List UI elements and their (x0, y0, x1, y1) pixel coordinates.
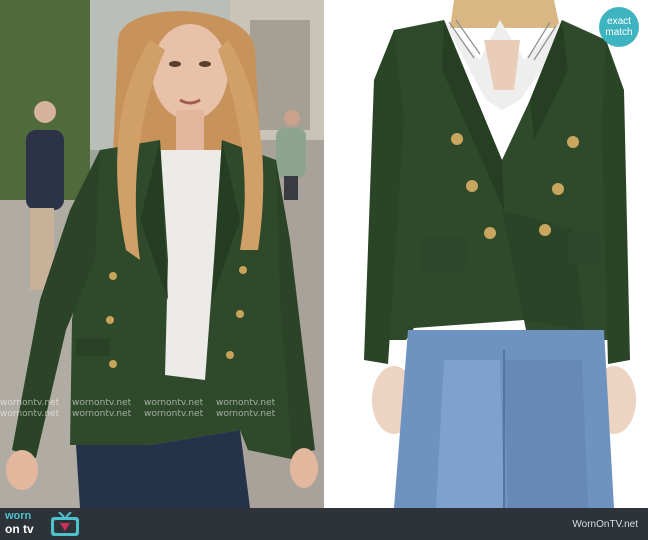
watermark-text: wornontv.net (144, 398, 204, 408)
watermark-text: wornontv.net (216, 409, 276, 419)
brand-wordmark: worn on tv (5, 510, 34, 536)
right-photo (324, 0, 648, 508)
left-photo: wornontv.net wornontv.net wornontv.net w… (0, 0, 324, 508)
watermark-text: wornontv.net (216, 398, 276, 408)
badge-line-2: match (605, 27, 633, 38)
brand-logo[interactable]: worn on tv (5, 511, 85, 538)
watermark-text: wornontv.net (144, 409, 204, 419)
watermark-row: wornontv.net wornontv.net wornontv.net w… (0, 398, 324, 420)
product-blazer-illustration (324, 0, 648, 508)
footer-bar: worn on tv WornOnTV.net (0, 508, 648, 540)
site-label[interactable]: WornOnTV.net (572, 519, 638, 530)
tv-icon (51, 512, 79, 536)
exact-match-badge: exact match (599, 7, 639, 47)
brand-line-1: worn (5, 510, 32, 522)
street-scene-illustration (0, 0, 324, 508)
watermark-text: wornontv.net (0, 409, 60, 419)
badge-line-1: exact (607, 16, 631, 27)
watermark-text: wornontv.net (0, 398, 60, 408)
watermark-text: wornontv.net (72, 409, 132, 419)
brand-line-2: on tv (5, 522, 34, 536)
watermark-text: wornontv.net (72, 398, 132, 408)
